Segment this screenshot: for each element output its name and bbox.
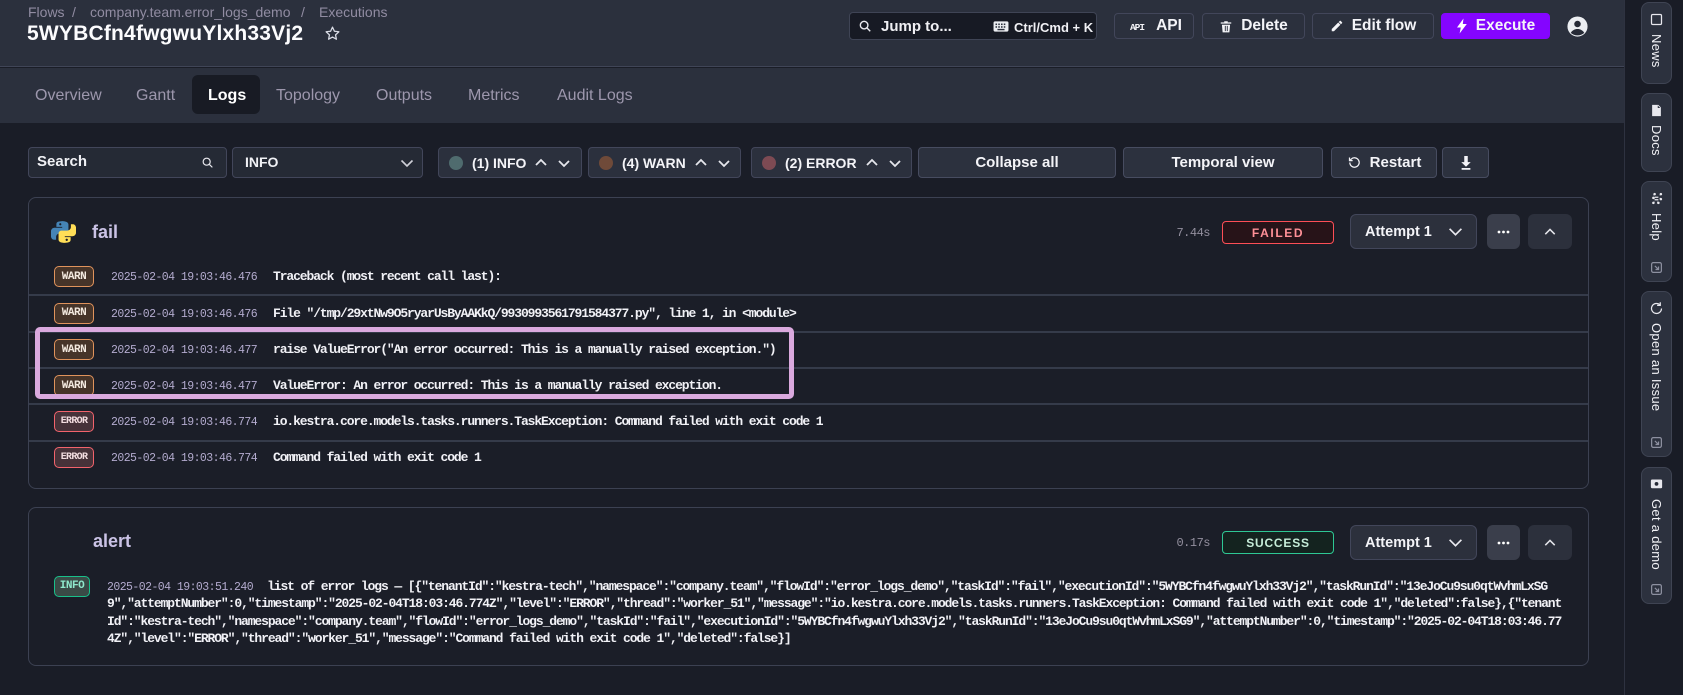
- svg-text:API: API: [1130, 22, 1144, 32]
